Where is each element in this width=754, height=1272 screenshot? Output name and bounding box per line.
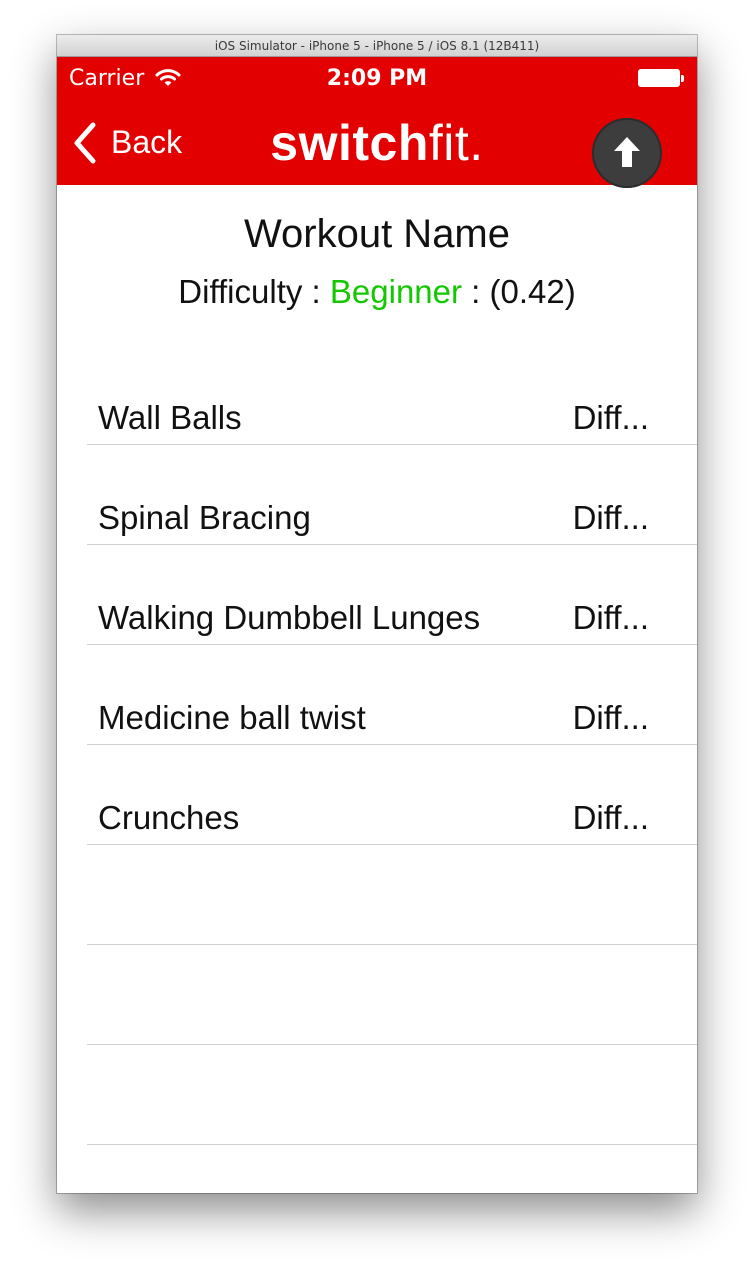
exercise-difficulty: Diff... (572, 599, 649, 636)
window-titlebar[interactable]: iOS Simulator - iPhone 5 - iPhone 5 / iO… (57, 35, 697, 57)
exercise-row[interactable]: Medicine ball twist Diff... (87, 645, 697, 745)
exercise-difficulty: Diff... (572, 499, 649, 536)
window-title: iOS Simulator - iPhone 5 - iPhone 5 / iO… (214, 39, 540, 53)
simulator-window: iOS Simulator - iPhone 5 - iPhone 5 / iO… (57, 35, 697, 1193)
empty-row (87, 945, 697, 1045)
exercise-name: Wall Balls (98, 399, 242, 436)
exercise-row[interactable]: Spinal Bracing Diff... (87, 445, 697, 545)
empty-row (87, 845, 697, 945)
arrow-up-icon (614, 137, 640, 167)
exercise-name: Crunches (98, 799, 240, 836)
exercise-row[interactable]: Crunches Diff... (87, 745, 697, 845)
navigation-bar: Carrier 2:09 PM Back switchfit. (57, 57, 697, 188)
exercise-name: Walking Dumbbell Lunges (98, 599, 481, 636)
workout-name: Workout Name (243, 212, 510, 256)
exercise-row[interactable]: Walking Dumbbell Lunges Diff... (87, 545, 697, 645)
exercise-difficulty: Diff... (572, 699, 649, 736)
exercise-difficulty: Diff... (572, 399, 649, 436)
exercise-row[interactable]: Wall Balls Diff... (87, 345, 697, 445)
brand-text-light: fit. (428, 115, 484, 171)
exercise-list: Wall Balls Diff... Spinal Bracing Diff..… (87, 345, 697, 1145)
exercise-name: Medicine ball twist (98, 699, 366, 736)
workout-difficulty: Difficulty : Beginner : (0.42) (57, 271, 697, 313)
empty-row (87, 1045, 697, 1145)
brand-text-bold: switch (270, 115, 429, 171)
status-time: 2:09 PM (326, 66, 428, 91)
difficulty-score: : (0.42) (471, 273, 576, 310)
battery-icon (638, 69, 684, 87)
exercise-name: Spinal Bracing (98, 499, 311, 536)
upload-button[interactable] (592, 118, 662, 188)
exercise-difficulty: Diff... (572, 799, 649, 836)
difficulty-level: Beginner (329, 273, 462, 310)
difficulty-label: Difficulty : (178, 273, 321, 310)
